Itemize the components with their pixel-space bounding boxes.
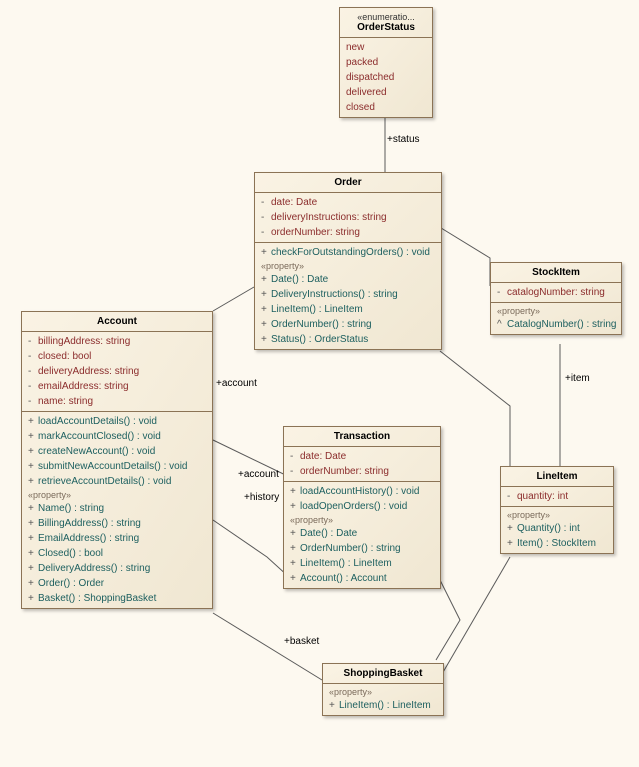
attribute: -date: Date — [261, 195, 435, 210]
attribute: -deliveryInstructions: string — [261, 210, 435, 225]
class-transaction[interactable]: Transaction -date: Date -orderNumber: st… — [283, 426, 441, 589]
property-label: «property» — [261, 260, 435, 272]
property: +Date() : Date — [261, 272, 435, 287]
class-header: Order — [255, 173, 441, 193]
property: +OrderNumber() : string — [261, 317, 435, 332]
attribute: -billingAddress: string — [28, 334, 206, 349]
enum-literal: delivered — [346, 85, 426, 100]
class-header: ShoppingBasket — [323, 664, 443, 684]
attribute: -quantity: int — [507, 489, 607, 504]
property-label: «property» — [290, 514, 434, 526]
operation: +markAccountClosed() : void — [28, 429, 206, 444]
class-name: OrderStatus — [346, 22, 426, 33]
assoc-label-status: +status — [387, 134, 420, 145]
assoc-label-account: +account — [216, 378, 257, 389]
attribute: -date: Date — [290, 449, 434, 464]
attribute: -orderNumber: string — [261, 225, 435, 240]
attribute: -deliveryAddress: string — [28, 364, 206, 379]
attribute: -emailAddress: string — [28, 379, 206, 394]
attributes: -date: Date -orderNumber: string — [284, 447, 440, 482]
class-header: StockItem — [491, 263, 621, 283]
class-lineitem[interactable]: LineItem -quantity: int «property» +Quan… — [500, 466, 614, 554]
attributes: -date: Date -deliveryInstructions: strin… — [255, 193, 441, 243]
property: +Order() : Order — [28, 576, 206, 591]
diagram-canvas: { "chart_data": { "type": "table", "titl… — [0, 0, 639, 767]
property: +DeliveryInstructions() : string — [261, 287, 435, 302]
enum-literal: new — [346, 40, 426, 55]
class-account[interactable]: Account -billingAddress: string -closed:… — [21, 311, 213, 609]
operations: «property» +Quantity() : int +Item() : S… — [501, 507, 613, 553]
literals: new packed dispatched delivered closed — [340, 38, 432, 117]
property-label: «property» — [507, 509, 607, 521]
class-header: «enumeratio... OrderStatus — [340, 8, 432, 38]
property: +Quantity() : int — [507, 521, 607, 536]
operations: +checkForOutstandingOrders() : void «pro… — [255, 243, 441, 349]
property: +Basket() : ShoppingBasket — [28, 591, 206, 606]
property: +LineItem() : LineItem — [290, 556, 434, 571]
attributes: -billingAddress: string -closed: bool -d… — [22, 332, 212, 412]
property: +LineItem() : LineItem — [261, 302, 435, 317]
property: +EmailAddress() : string — [28, 531, 206, 546]
class-shoppingbasket[interactable]: ShoppingBasket «property» +LineItem() : … — [322, 663, 444, 716]
operations: +loadAccountHistory() : void +loadOpenOr… — [284, 482, 440, 588]
operation: +loadAccountDetails() : void — [28, 414, 206, 429]
property: +DeliveryAddress() : string — [28, 561, 206, 576]
class-stockitem[interactable]: StockItem -catalogNumber: string «proper… — [490, 262, 622, 335]
assoc-label-account2: +account — [238, 469, 279, 480]
operation: +createNewAccount() : void — [28, 444, 206, 459]
property: +Account() : Account — [290, 571, 434, 586]
class-header: LineItem — [501, 467, 613, 487]
property: +BillingAddress() : string — [28, 516, 206, 531]
operation: +checkForOutstandingOrders() : void — [261, 245, 435, 260]
property: +OrderNumber() : string — [290, 541, 434, 556]
property: +Status() : OrderStatus — [261, 332, 435, 347]
enum-literal: packed — [346, 55, 426, 70]
attributes: -quantity: int — [501, 487, 613, 507]
class-header: Account — [22, 312, 212, 332]
operation: +loadAccountHistory() : void — [290, 484, 434, 499]
property: ^CatalogNumber() : string — [497, 317, 615, 332]
property: +LineItem() : LineItem — [329, 698, 437, 713]
operations: «property» +LineItem() : LineItem — [323, 684, 443, 715]
stereotype: «enumeratio... — [346, 12, 426, 22]
assoc-label-basket: +basket — [284, 636, 319, 647]
enum-literal: dispatched — [346, 70, 426, 85]
assoc-label-item: +item — [565, 373, 590, 384]
operation: +loadOpenOrders() : void — [290, 499, 434, 514]
property: +Name() : string — [28, 501, 206, 516]
class-header: Transaction — [284, 427, 440, 447]
attribute: -closed: bool — [28, 349, 206, 364]
operations: «property» ^CatalogNumber() : string — [491, 303, 621, 334]
attributes: -catalogNumber: string — [491, 283, 621, 303]
property-label: «property» — [329, 686, 437, 698]
attribute: -orderNumber: string — [290, 464, 434, 479]
attribute: -catalogNumber: string — [497, 285, 615, 300]
property: +Date() : Date — [290, 526, 434, 541]
operation: +submitNewAccountDetails() : void — [28, 459, 206, 474]
property-label: «property» — [28, 489, 206, 501]
property-label: «property» — [497, 305, 615, 317]
class-order[interactable]: Order -date: Date -deliveryInstructions:… — [254, 172, 442, 350]
property: +Item() : StockItem — [507, 536, 607, 551]
property: +Closed() : bool — [28, 546, 206, 561]
attribute: -name: string — [28, 394, 206, 409]
assoc-label-history: +history — [244, 492, 279, 503]
class-orderstatus[interactable]: «enumeratio... OrderStatus new packed di… — [339, 7, 433, 118]
operation: +retrieveAccountDetails() : void — [28, 474, 206, 489]
operations: +loadAccountDetails() : void +markAccoun… — [22, 412, 212, 608]
enum-literal: closed — [346, 100, 426, 115]
